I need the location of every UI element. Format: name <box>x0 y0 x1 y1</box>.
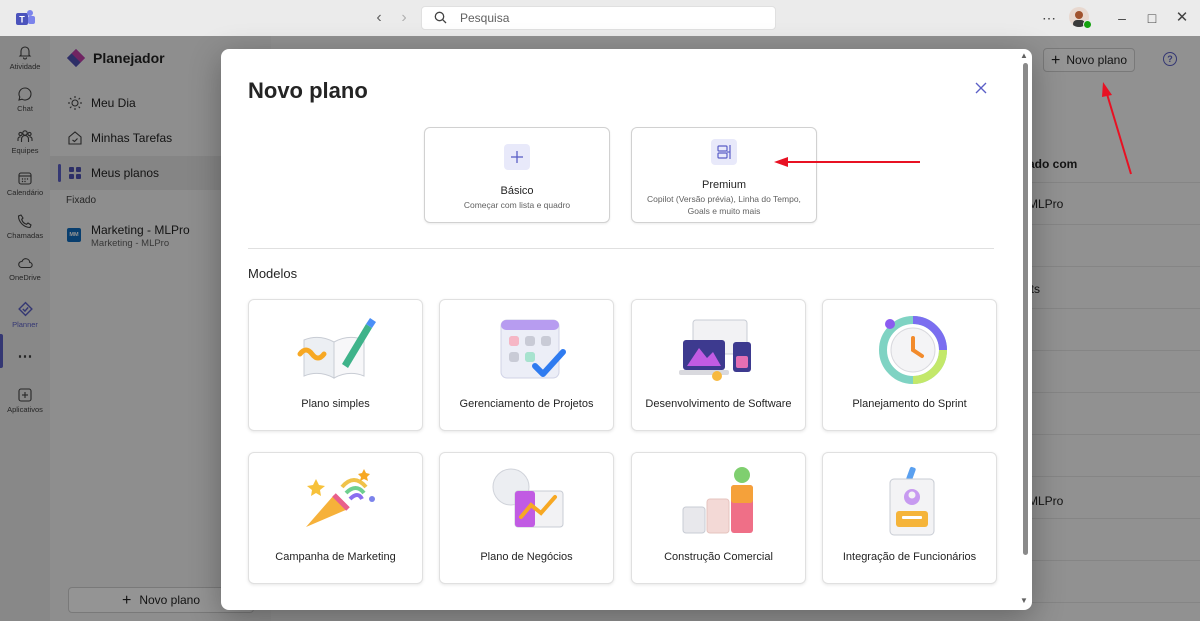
basic-plan-card[interactable]: Básico Começar com lista e quadro <box>424 127 610 223</box>
template-plano-simples[interactable]: Plano simples <box>248 299 423 431</box>
dialog-title: Novo plano <box>248 78 368 103</box>
forward-arrow-icon[interactable]: › <box>394 8 414 28</box>
building-blocks-icon <box>682 467 753 534</box>
presence-available-icon <box>1083 20 1092 29</box>
search-icon <box>434 11 447 24</box>
megaphone-icon <box>306 469 375 527</box>
sprint-clock-icon <box>879 316 947 384</box>
id-badge-icon <box>889 466 935 536</box>
template-label: Gerenciamento de Projetos <box>459 398 594 410</box>
search-input[interactable] <box>458 10 758 26</box>
template-planejamento-sprint[interactable]: Planejamento do Sprint <box>822 299 997 431</box>
premium-plan-card[interactable]: Premium Copilot (Versão prévia), Linha d… <box>631 127 817 223</box>
close-icon[interactable] <box>973 80 989 96</box>
template-plano-negocios[interactable]: Plano de Negócios <box>439 452 614 584</box>
business-chart-icon <box>492 468 564 528</box>
back-arrow-icon[interactable]: ‹ <box>369 8 389 28</box>
template-label: Integração de Funcionários <box>842 551 977 563</box>
scrollbar-thumb[interactable] <box>1023 63 1028 555</box>
plan-type-name: Básico <box>500 185 534 197</box>
templates-heading: Modelos <box>248 266 298 281</box>
template-label: Plano de Negócios <box>480 551 573 563</box>
teams-logo-icon: T <box>16 10 35 25</box>
timeline-icon <box>711 139 737 165</box>
template-integracao-funcionarios[interactable]: Integração de Funcionários <box>822 452 997 584</box>
svg-text:T: T <box>19 15 25 25</box>
scroll-up-arrow-icon[interactable]: ▲ <box>1020 51 1028 60</box>
devices-icon <box>679 319 751 381</box>
template-label: Campanha de Marketing <box>275 551 396 563</box>
template-label: Plano simples <box>301 398 370 410</box>
template-construcao-comercial[interactable]: Construção Comercial <box>631 452 806 584</box>
plan-type-desc: Copilot (Versão prévia), Linha do Tempo,… <box>647 194 801 216</box>
new-plan-dialog: Novo plano Básico Começar com lista e qu… <box>221 49 1032 610</box>
project-board-icon <box>500 319 566 379</box>
scroll-down-arrow-icon[interactable]: ▼ <box>1020 596 1028 605</box>
divider <box>248 248 994 249</box>
search-box[interactable] <box>421 6 776 30</box>
plan-type-desc: Começar com lista e quadro <box>463 200 571 210</box>
notebook-pen-icon <box>297 318 376 379</box>
title-bar: T ‹ › ⋯ – □ ✕ <box>0 0 1200 36</box>
close-icon[interactable]: ✕ <box>1172 8 1192 28</box>
plus-icon <box>504 144 530 170</box>
template-label: Desenvolvimento de Software <box>645 398 792 410</box>
template-gerenciamento-projetos[interactable]: Gerenciamento de Projetos <box>439 299 614 431</box>
minimize-icon[interactable]: – <box>1112 8 1132 28</box>
plan-type-name: Premium <box>701 179 746 191</box>
template-label: Construção Comercial <box>664 551 773 563</box>
ellipsis-icon[interactable]: ⋯ <box>1039 8 1059 28</box>
template-desenvolvimento-software[interactable]: Desenvolvimento de Software <box>631 299 806 431</box>
template-campanha-marketing[interactable]: Campanha de Marketing <box>248 452 423 584</box>
maximize-icon[interactable]: □ <box>1142 8 1162 28</box>
template-label: Planejamento do Sprint <box>852 398 967 410</box>
